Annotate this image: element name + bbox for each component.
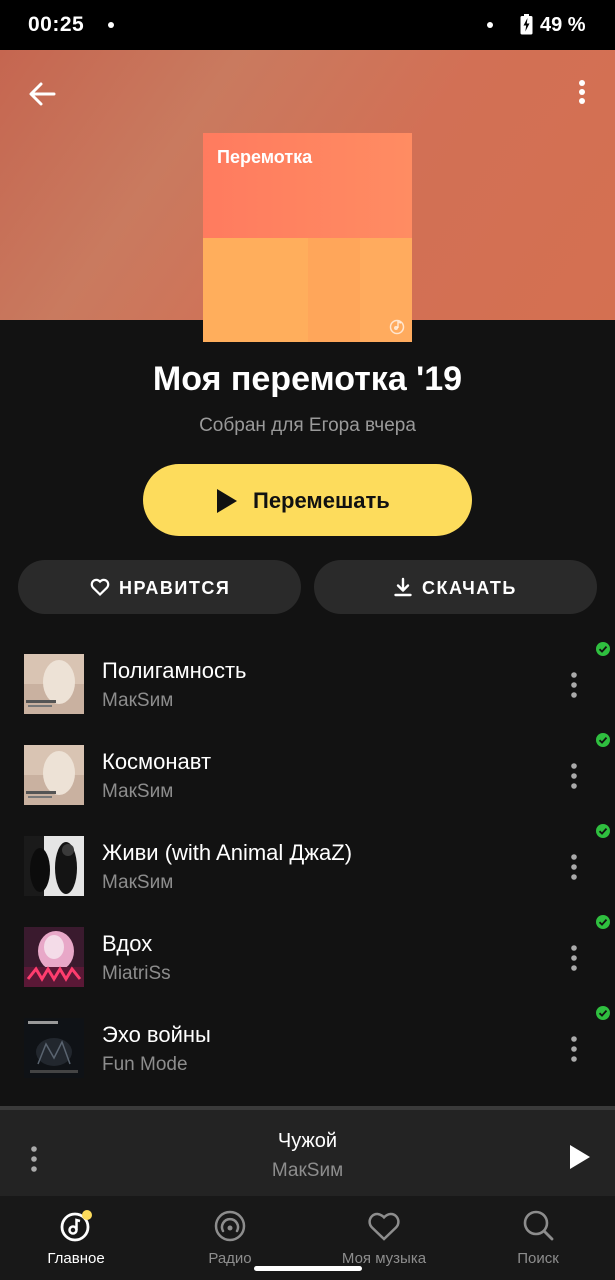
shuffle-label: Перемешать	[253, 488, 390, 513]
nav-label: Главное	[47, 1250, 105, 1267]
track-title: Полигамность	[102, 658, 247, 683]
nav-label: Радио	[208, 1250, 252, 1267]
track-row[interactable]: Космонавт МакSим	[0, 731, 615, 822]
track-title: Космонавт	[102, 749, 212, 774]
playlist-title: Моя перемотка '19	[152, 360, 463, 398]
downloaded-check-icon	[596, 1006, 610, 1020]
track-cover	[24, 927, 84, 987]
search-icon	[523, 1210, 554, 1241]
track-title: Живи (with Animal ДжаZ)	[102, 840, 353, 865]
back-arrow-icon[interactable]	[22, 74, 62, 114]
status-time: 00:25	[28, 13, 85, 36]
home-indicator[interactable]	[254, 1266, 362, 1271]
playlist-cover: Перемотка	[203, 133, 412, 342]
nav-item-home[interactable]: Главное	[6, 1196, 146, 1280]
more-vertical-icon[interactable]	[562, 943, 586, 973]
track-row[interactable]: Живи (with Animal ДжаZ) МакSим	[0, 822, 615, 913]
downloaded-check-icon	[596, 733, 610, 747]
status-bar: 00:25 49 %	[0, 0, 615, 50]
track-row[interactable]: Полигамность МакSим	[0, 640, 615, 731]
notification-dot-icon	[487, 22, 493, 28]
track-artist: МакSим	[102, 690, 174, 711]
more-vertical-icon[interactable]	[562, 852, 586, 882]
play-icon	[217, 489, 237, 513]
track-cover	[24, 836, 84, 896]
now-playing-artist: МакSим	[271, 1160, 344, 1181]
track-cover	[24, 745, 84, 805]
home-icon	[60, 1210, 92, 1242]
downloaded-check-icon	[596, 824, 610, 838]
battery-level: 49 %	[540, 14, 586, 36]
track-row[interactable]: Вдох MiatriSs	[0, 913, 615, 1004]
track-artist: MiatriSs	[102, 963, 171, 984]
track-artist: МакSим	[102, 781, 174, 802]
heart-icon	[368, 1212, 400, 1241]
track-title: Эхо войны	[102, 1022, 211, 1047]
download-label: СКАЧАТЬ	[422, 578, 517, 598]
battery-charging-icon	[520, 14, 533, 35]
heart-icon	[90, 578, 110, 597]
nav-item-search[interactable]: Поиск	[468, 1196, 608, 1280]
mini-player[interactable]: Чужой МакSим	[0, 1106, 615, 1196]
download-button[interactable]: СКАЧАТЬ	[314, 560, 597, 614]
like-label: НРАВИТСЯ	[119, 578, 231, 598]
notification-dot-icon	[108, 22, 114, 28]
playlist-subtitle: Собран для Егора вчера	[199, 415, 416, 436]
play-icon[interactable]	[568, 1144, 592, 1170]
music-logo-icon	[389, 319, 405, 335]
track-row[interactable]: Эхо войны Fun Mode	[0, 1004, 615, 1095]
more-vertical-icon[interactable]	[562, 670, 586, 700]
track-artist: МакSим	[102, 872, 174, 893]
more-vertical-icon[interactable]	[562, 1034, 586, 1064]
like-button[interactable]: НРАВИТСЯ	[18, 560, 301, 614]
cover-title: Перемотка	[217, 147, 313, 167]
downloaded-check-icon	[596, 642, 610, 656]
nav-label: Поиск	[517, 1250, 559, 1267]
track-title: Вдох	[102, 931, 153, 956]
radio-icon	[214, 1210, 246, 1242]
downloaded-check-icon	[596, 915, 610, 929]
track-artist: Fun Mode	[102, 1054, 188, 1075]
nav-label: Моя музыка	[341, 1250, 427, 1267]
track-cover	[24, 654, 84, 714]
download-icon	[394, 577, 412, 597]
more-vertical-icon[interactable]	[562, 761, 586, 791]
track-cover	[24, 1018, 84, 1078]
shuffle-button[interactable]: Перемешать	[143, 464, 472, 536]
now-playing-title: Чужой	[277, 1130, 338, 1152]
more-vertical-icon[interactable]	[566, 76, 598, 108]
